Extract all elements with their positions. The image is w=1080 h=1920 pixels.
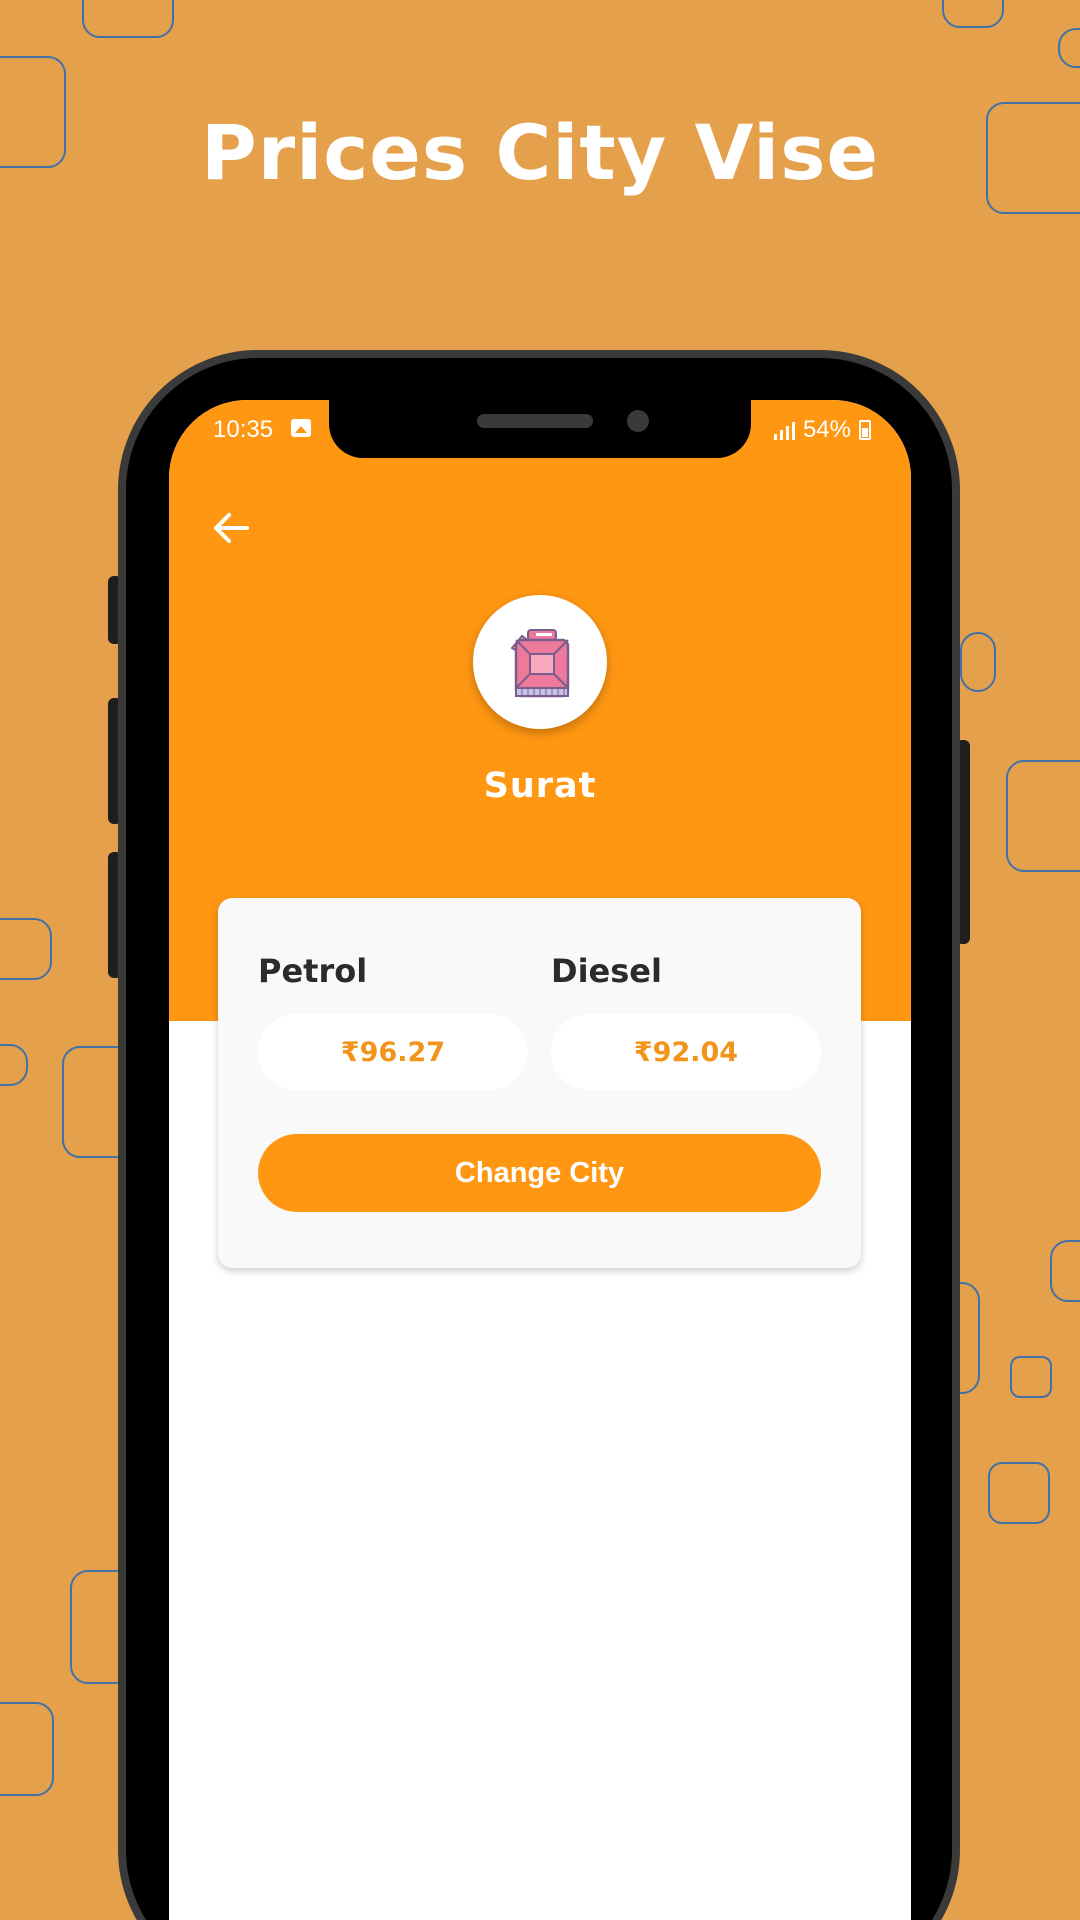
diesel-price: ₹92.04 [551, 1014, 821, 1090]
change-city-button[interactable]: Change City [258, 1134, 821, 1212]
front-camera [627, 410, 649, 432]
decorative-square [82, 0, 174, 38]
status-indicators: 54% [773, 416, 871, 444]
price-card: Petrol Diesel ₹96.27 ₹92.04 Change City [218, 898, 861, 1268]
decorative-square [1010, 1356, 1052, 1398]
decorative-square [1050, 1240, 1080, 1302]
decorative-square [1058, 28, 1080, 68]
decorative-square [0, 918, 52, 980]
decorative-square [1006, 760, 1080, 872]
diesel-label: Diesel [551, 952, 662, 990]
phone-screen: 10:35 54% Surat Petrol Diesel ₹96.27 ₹92… [169, 400, 911, 1920]
earpiece-speaker [477, 414, 593, 428]
decorative-square [942, 0, 1004, 28]
decorative-square [988, 1462, 1050, 1524]
battery-icon [859, 420, 871, 440]
status-time: 10:35 [213, 416, 274, 443]
signal-icon [773, 420, 795, 440]
petrol-price: ₹96.27 [258, 1014, 528, 1090]
arrow-left-icon [214, 513, 249, 543]
decorative-square [960, 632, 996, 692]
petrol-label: Petrol [258, 952, 368, 990]
phone-notch [329, 400, 751, 458]
fuel-can-icon [510, 629, 570, 698]
gallery-notification-icon [291, 419, 311, 437]
decorative-square [0, 1702, 54, 1796]
promo-title: Prices City Vise [201, 108, 879, 197]
battery-percentage: 54% [802, 416, 851, 443]
city-name: Surat [483, 766, 597, 806]
decorative-square [0, 1044, 28, 1086]
back-button[interactable] [203, 500, 259, 556]
city-avatar [473, 595, 607, 729]
